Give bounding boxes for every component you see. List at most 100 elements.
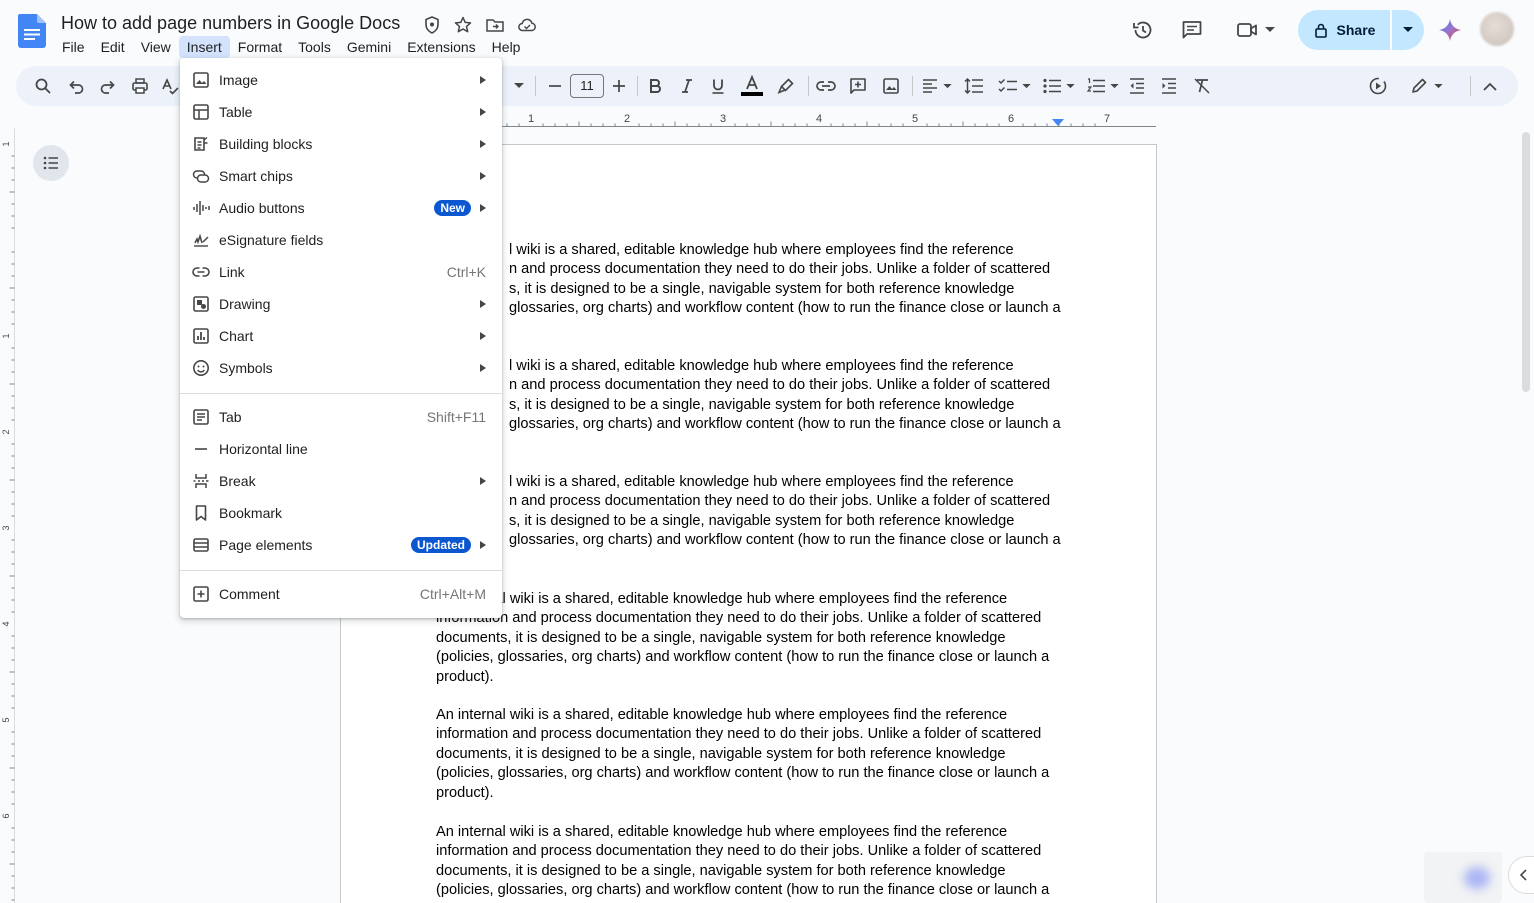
menu-item-audio-buttons[interactable]: Audio buttons New (180, 192, 502, 224)
menu-item-smart-chips[interactable]: Smart chips (180, 160, 502, 192)
menu-gemini[interactable]: Gemini (339, 36, 399, 58)
menu-item-link[interactable]: Link Ctrl+K (180, 256, 502, 288)
document-title[interactable]: How to add page numbers in Google Docs (61, 13, 400, 34)
print-icon[interactable] (129, 74, 151, 98)
floating-widget[interactable] (1424, 852, 1502, 903)
vertical-ruler[interactable]: 1 1 2 3 4 5 6 (0, 128, 16, 903)
menu-item-tab[interactable]: Tab Shift+F11 (180, 401, 502, 433)
document-outline-button[interactable] (33, 145, 69, 181)
image-icon (192, 71, 210, 89)
video-camera-icon (1235, 18, 1259, 42)
undo-icon[interactable] (65, 74, 87, 98)
menu-item-bookmark[interactable]: Bookmark (180, 497, 502, 529)
font-size-input[interactable]: 11 (570, 74, 604, 98)
scrollbar-thumb[interactable] (1522, 132, 1530, 392)
decrease-font-size-icon[interactable] (546, 74, 564, 98)
toolbar-divider (535, 76, 536, 96)
bulleted-list-dropdown[interactable] (1040, 74, 1076, 98)
align-left-icon (921, 77, 939, 95)
avatar[interactable] (1480, 12, 1514, 46)
comment-icon (192, 585, 210, 603)
align-dropdown[interactable] (919, 74, 953, 98)
menu-item-label: Break (219, 473, 256, 489)
menu-item-image[interactable]: Image (180, 64, 502, 96)
menu-item-building-blocks[interactable]: Building blocks (180, 128, 502, 160)
comments-icon[interactable] (1176, 14, 1208, 46)
redo-icon[interactable] (97, 74, 119, 98)
hide-menus-chevron-up-icon[interactable] (1479, 74, 1501, 98)
toolbar-divider (1470, 76, 1471, 96)
menu-view[interactable]: View (133, 36, 179, 58)
underline-icon[interactable] (708, 74, 728, 98)
increase-font-size-icon[interactable] (610, 74, 628, 98)
menu-item-esignature-fields[interactable]: eSignature fields (180, 224, 502, 256)
insert-image-icon[interactable] (880, 74, 902, 98)
italic-icon[interactable] (677, 74, 697, 98)
ruler-label: 1 (1, 333, 11, 338)
menu-item-horizontal-line[interactable]: Horizontal line (180, 433, 502, 465)
style-dropdown-chevron-icon[interactable] (512, 74, 526, 98)
decrease-indent-icon[interactable] (1126, 74, 1148, 98)
move-folder-icon[interactable] (485, 15, 505, 35)
text-line: l wiki is a shared, editable knowledge h… (509, 474, 1014, 490)
clear-formatting-icon[interactable] (1191, 74, 1213, 98)
version-history-icon[interactable] (1127, 14, 1159, 46)
docs-logo-icon[interactable] (18, 14, 46, 48)
right-indent-marker-icon[interactable] (1052, 119, 1064, 126)
checklist-dropdown[interactable] (996, 74, 1032, 98)
paragraph: l wiki is a shared, editable knowledge h… (436, 357, 1061, 435)
ruler-label: 7 (1104, 113, 1110, 125)
chevron-down-icon (1403, 27, 1413, 33)
outline-list-icon (43, 156, 59, 170)
menu-item-chart[interactable]: Chart (180, 320, 502, 352)
meet-button[interactable] (1230, 14, 1280, 46)
chevron-down-icon (942, 83, 952, 89)
vertical-scrollbar[interactable] (1518, 128, 1534, 903)
star-icon[interactable] (453, 15, 473, 35)
text-line: An internal wiki is a shared, editable k… (436, 707, 1008, 723)
menu-format[interactable]: Format (230, 36, 290, 58)
security-shield-icon[interactable] (422, 15, 442, 35)
share-button[interactable]: Share (1298, 10, 1390, 50)
share-dropdown-button[interactable] (1392, 10, 1424, 50)
paragraph: An internal wiki is a shared, editable k… (436, 823, 1061, 901)
text-line: (policies, glossaries, org charts) and w… (436, 882, 1050, 899)
add-comment-icon[interactable] (847, 74, 869, 98)
gemini-icon[interactable] (1434, 14, 1466, 46)
editing-mode-dropdown[interactable] (1408, 74, 1444, 98)
shortcut-label: Ctrl+K (446, 264, 486, 280)
menu-insert[interactable]: Insert (178, 36, 230, 58)
submenu-arrow-icon (480, 108, 486, 116)
text-line: An internal wiki is a shared, editable k… (436, 591, 1008, 607)
submenu-arrow-icon (480, 204, 486, 212)
menu-help[interactable]: Help (484, 36, 529, 58)
increase-indent-icon[interactable] (1158, 74, 1180, 98)
updated-badge: Updated (411, 537, 471, 553)
menu-item-drawing[interactable]: Drawing (180, 288, 502, 320)
menu-item-break[interactable]: Break (180, 465, 502, 497)
menu-item-table[interactable]: Table (180, 96, 502, 128)
insert-link-icon[interactable] (814, 74, 838, 98)
highlight-color-icon[interactable] (775, 74, 797, 98)
numbered-list-dropdown[interactable] (1084, 74, 1120, 98)
submenu-arrow-icon (480, 541, 486, 549)
line-spacing-icon[interactable] (962, 74, 986, 98)
menu-item-comment[interactable]: Comment Ctrl+Alt+M (180, 578, 502, 610)
bold-icon[interactable] (645, 74, 665, 98)
gemini-refine-icon[interactable] (1366, 74, 1390, 98)
text-color-icon[interactable] (739, 74, 765, 98)
menu-item-label: Drawing (219, 296, 271, 312)
bulleted-list-icon (1042, 77, 1062, 95)
horizontal-ruler[interactable]: 1 2 3 4 5 6 7 (494, 110, 1159, 130)
menu-tools[interactable]: Tools (290, 36, 339, 58)
spellcheck-icon[interactable] (161, 74, 181, 98)
menu-item-symbols[interactable]: Symbols (180, 352, 502, 384)
cloud-saved-icon[interactable] (517, 15, 537, 35)
ruler-label: 4 (1, 621, 11, 626)
menu-file[interactable]: File (54, 36, 93, 58)
menu-edit[interactable]: Edit (93, 36, 133, 58)
side-panel-toggle[interactable] (1508, 856, 1534, 894)
search-menus-icon[interactable] (32, 74, 54, 98)
menu-item-page-elements[interactable]: Page elements Updated (180, 529, 502, 561)
menu-extensions[interactable]: Extensions (399, 36, 483, 58)
